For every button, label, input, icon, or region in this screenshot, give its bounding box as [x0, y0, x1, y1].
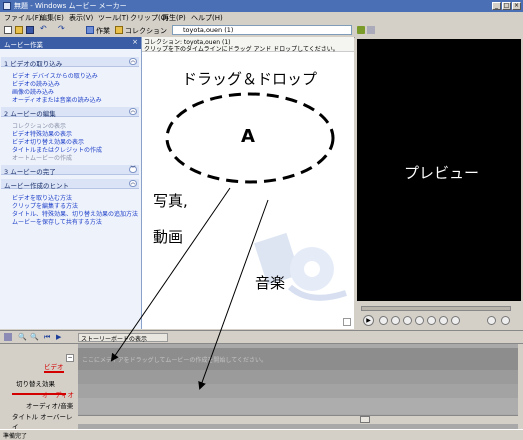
annotation-preview: プレビュー [404, 164, 480, 182]
annotation-photo: 写真, [153, 192, 188, 210]
annotation-overlay [110, 92, 335, 390]
annotation-drag-drop: ドラッグ＆ドロップ [182, 70, 318, 88]
arrow-to-video-track [110, 187, 231, 362]
annotation-drop-target: A [241, 126, 255, 147]
arrow-to-audio-track [198, 199, 269, 390]
annotation-music: 音楽 [255, 274, 286, 292]
annotation-video: 動画 [153, 228, 184, 246]
